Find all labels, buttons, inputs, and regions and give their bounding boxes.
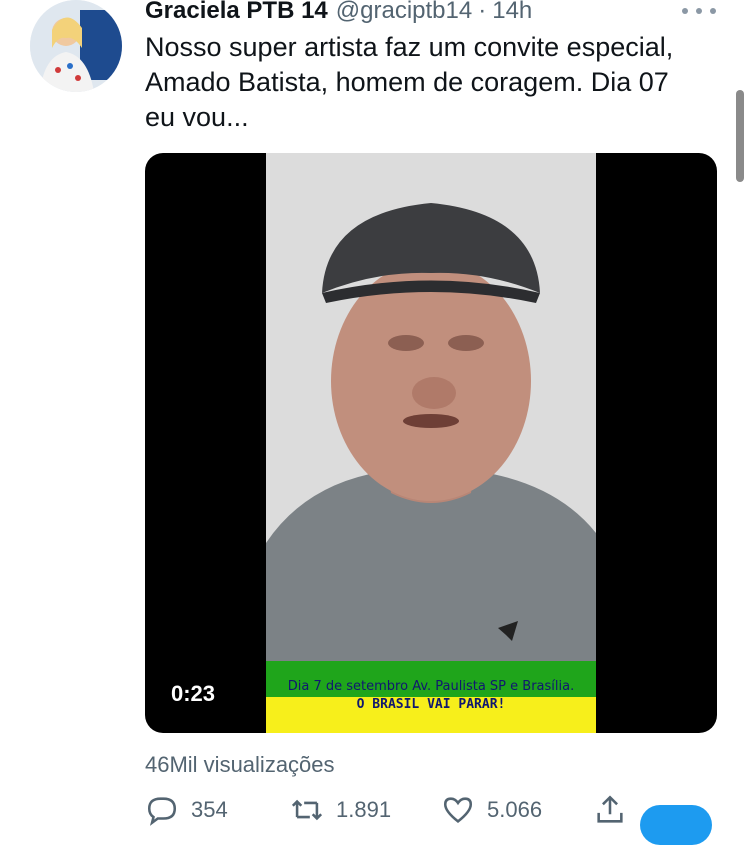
reply-icon bbox=[147, 797, 177, 826]
separator-dot: · bbox=[478, 0, 487, 24]
video-player[interactable]: Dia 7 de setembro Av. Paulista SP e Bras… bbox=[145, 153, 717, 733]
video-caption-date: Dia 7 de setembro Av. Paulista SP e Bras… bbox=[287, 679, 575, 694]
tweet-text: Nosso super artista faz um convite espec… bbox=[145, 32, 674, 132]
like-count: 5.066 bbox=[487, 797, 543, 822]
tweet-header: Graciela PTB 14 @graciptb14 · 14h bbox=[145, 0, 532, 28]
caption-banner-green: Dia 7 de setembro Av. Paulista SP e Bras… bbox=[266, 661, 596, 697]
more-icon[interactable] bbox=[682, 2, 716, 20]
video-frame: Dia 7 de setembro Av. Paulista SP e Bras… bbox=[266, 153, 596, 733]
heart-icon bbox=[443, 797, 473, 823]
video-duration: 0:23 bbox=[171, 681, 216, 706]
tweet-time[interactable]: 14h bbox=[492, 0, 532, 25]
retweet-button[interactable]: 1.891 bbox=[290, 793, 391, 827]
share-icon bbox=[597, 795, 623, 823]
reply-count: 354 bbox=[191, 797, 228, 822]
action-bar: 354 1.891 5.066 bbox=[145, 793, 725, 826]
view-count[interactable]: 46Mil visualizações bbox=[145, 752, 335, 778]
author-handle[interactable]: @graciptb14 bbox=[336, 0, 472, 25]
scrollbar[interactable] bbox=[736, 90, 744, 182]
compose-button[interactable] bbox=[640, 805, 712, 845]
avatar[interactable] bbox=[30, 0, 122, 92]
video-caption-slogan: O BRASIL VAI PARAR! bbox=[356, 697, 506, 712]
video-thumbnail bbox=[266, 153, 596, 661]
author-name[interactable]: Graciela PTB 14 bbox=[145, 0, 328, 25]
share-button[interactable] bbox=[593, 793, 639, 827]
avatar-image bbox=[30, 0, 122, 92]
retweet-count: 1.891 bbox=[336, 797, 392, 822]
retweet-icon bbox=[291, 799, 323, 821]
reply-button[interactable]: 354 bbox=[145, 793, 228, 827]
like-button[interactable]: 5.066 bbox=[441, 793, 542, 827]
caption-banner-yellow: O BRASIL VAI PARAR! bbox=[266, 697, 596, 733]
